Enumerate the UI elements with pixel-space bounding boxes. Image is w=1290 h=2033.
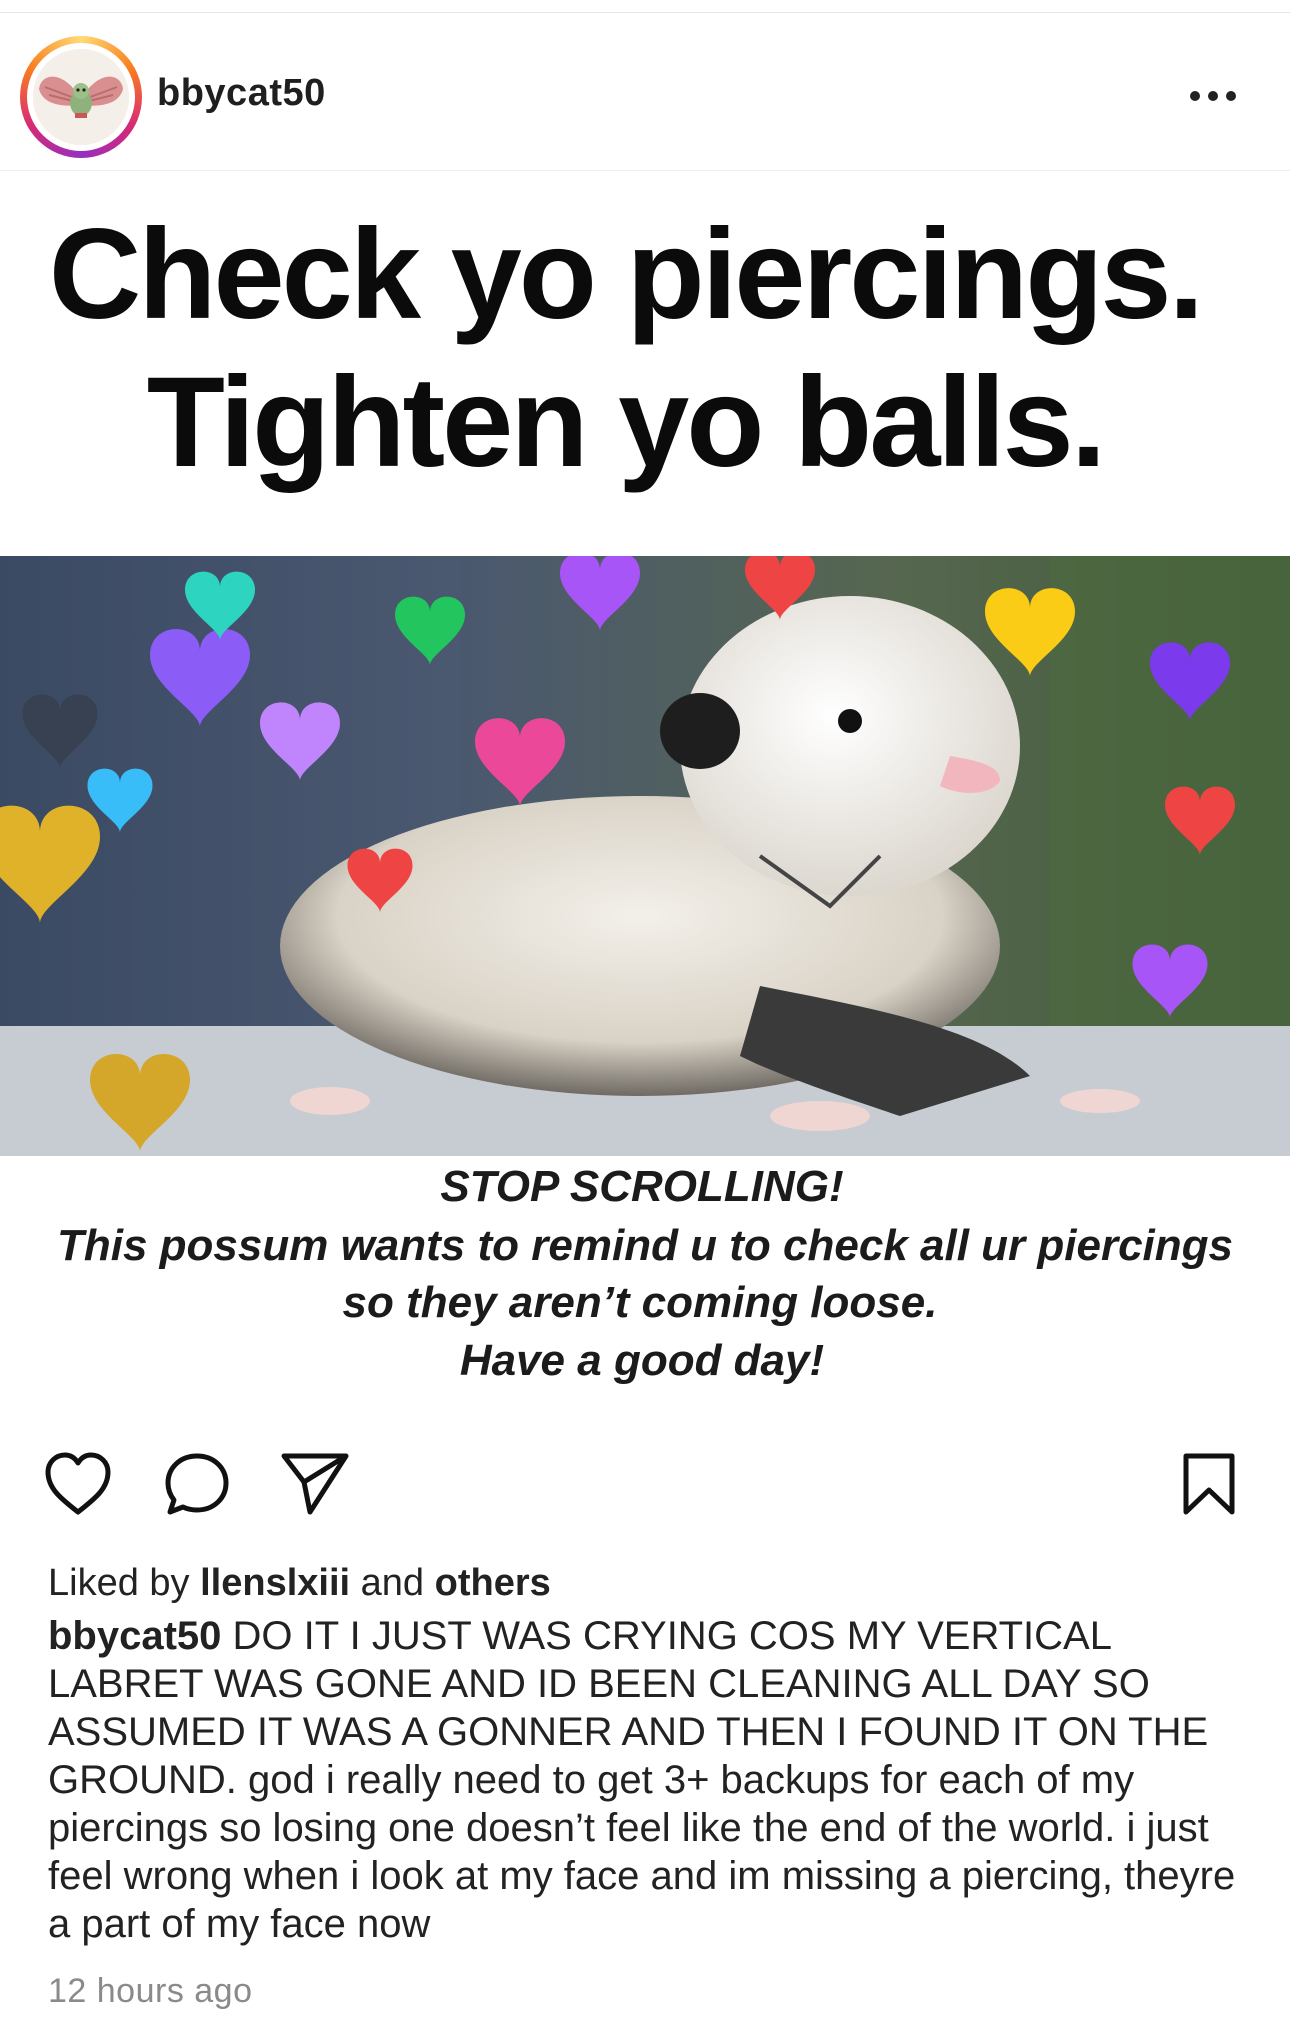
post-actions — [0, 1430, 1290, 1550]
possum-photo — [0, 556, 1290, 1156]
image-text-line4: Have a good day! — [459, 1336, 825, 1385]
post-caption: bbycat50 DO IT I JUST WAS CRYING COS MY … — [48, 1612, 1258, 1948]
caption-username[interactable]: bbycat50 — [48, 1614, 221, 1658]
post-timestamp: 12 hours ago — [48, 1972, 253, 2010]
image-text-line1: STOP SCROLLING! — [440, 1162, 844, 1211]
comment-icon[interactable] — [162, 1450, 232, 1525]
image-headline-line1: Check yo piercings. — [48, 203, 1204, 346]
avatar[interactable] — [20, 36, 142, 158]
send-icon[interactable] — [278, 1450, 352, 1523]
post-header: bbycat50 — [0, 14, 1290, 171]
image-text-line3: so they aren’t coming loose. — [342, 1278, 938, 1327]
bookmark-icon[interactable] — [1178, 1450, 1240, 1525]
caption-text: DO IT I JUST WAS CRYING COS MY VERTICAL … — [48, 1614, 1236, 1946]
likes-others[interactable]: others — [435, 1562, 551, 1604]
avatar-image — [33, 49, 129, 145]
image-text-line2: This possum wants to remind u to check a… — [56, 1221, 1233, 1270]
top-divider — [0, 0, 1290, 13]
more-horizontal-icon[interactable] — [1190, 88, 1244, 106]
post-username[interactable]: bbycat50 — [157, 72, 326, 115]
heart-icon[interactable] — [42, 1450, 114, 1523]
post-image[interactable]: Check yo piercings. Tighten yo balls. ST… — [0, 171, 1290, 1411]
likes-summary[interactable]: Liked by llenslxiii and others — [48, 1562, 551, 1605]
image-headline-line2: Tighten yo balls. — [146, 351, 1107, 494]
liker-username[interactable]: llenslxiii — [200, 1562, 350, 1604]
